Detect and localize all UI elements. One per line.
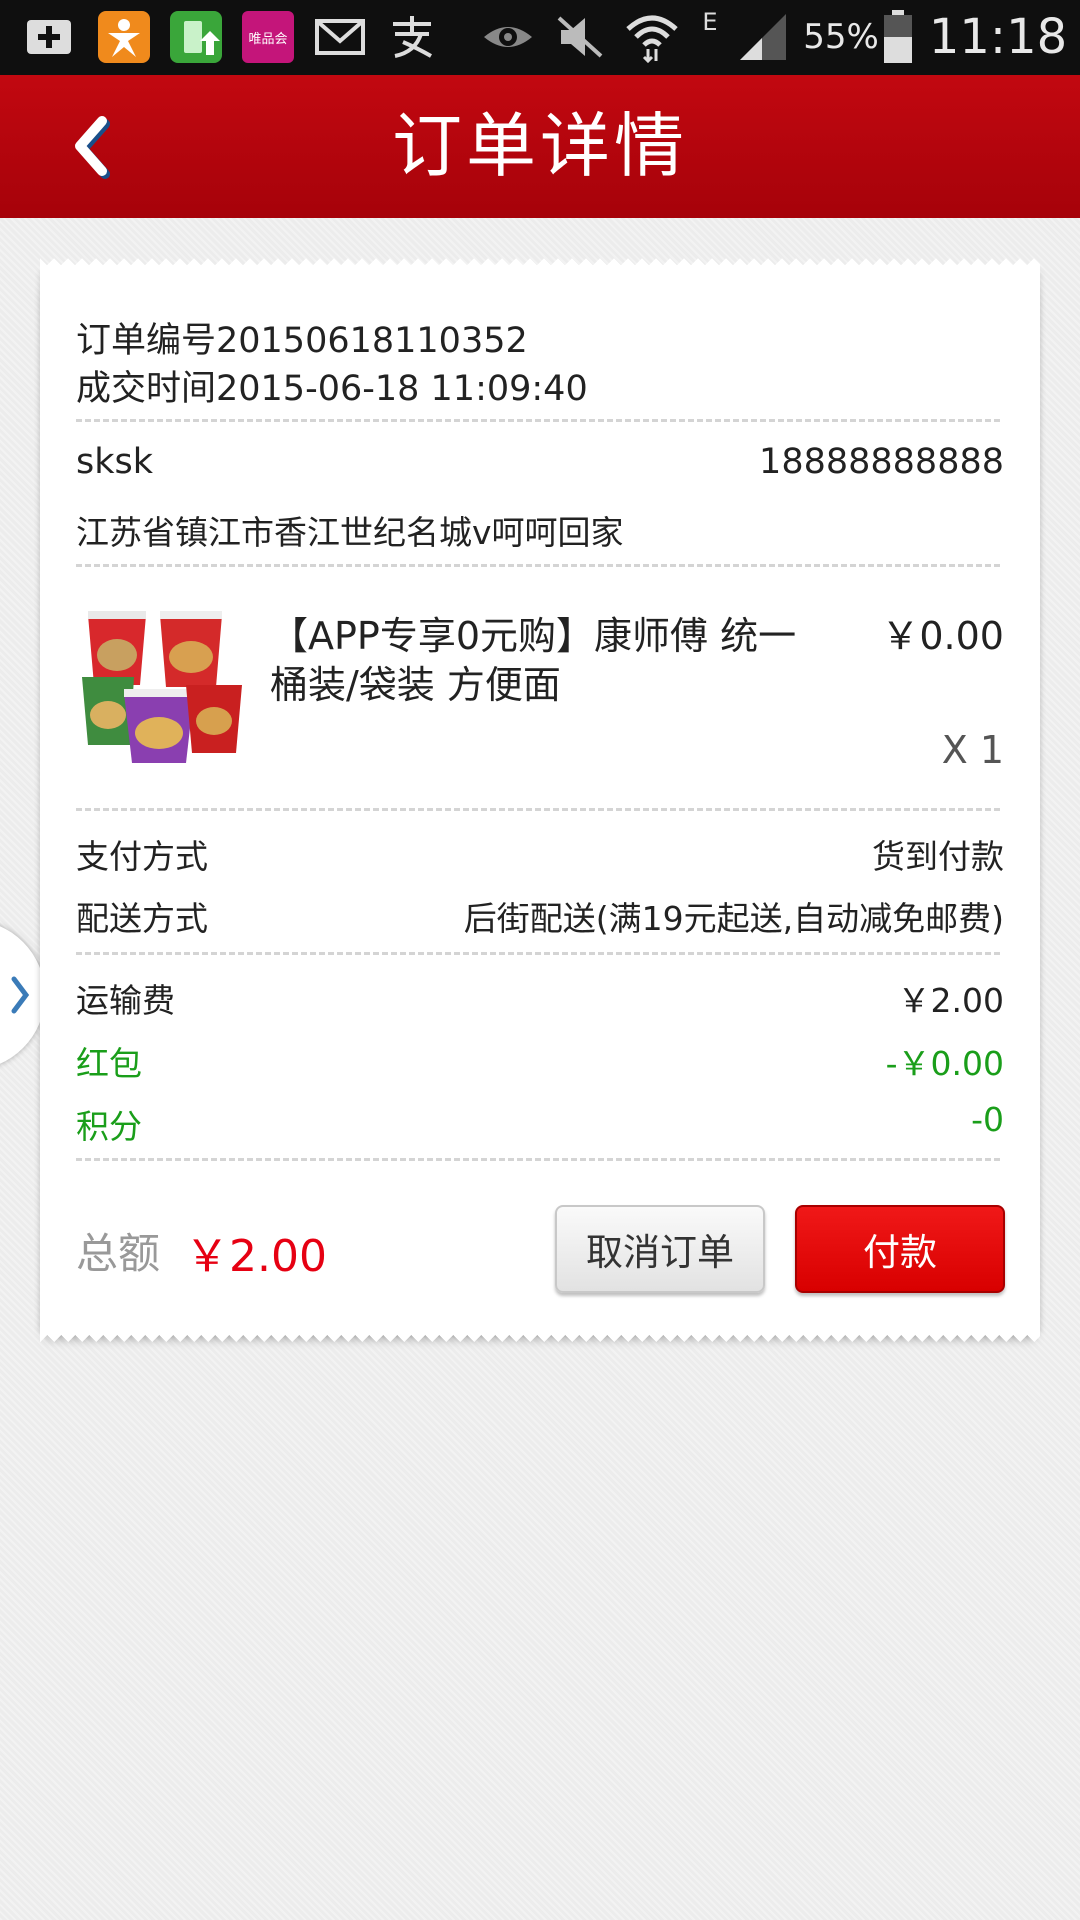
divider xyxy=(76,419,1000,422)
receipt-edge-bottom xyxy=(40,1328,1040,1342)
divider xyxy=(76,564,1000,567)
battery-percent: 55% xyxy=(803,17,879,57)
app-orange-icon xyxy=(96,10,152,64)
payment-method-label: 支付方式 xyxy=(76,837,208,876)
contact-name: sksk xyxy=(76,442,154,482)
divider xyxy=(76,1158,1000,1161)
battery-charge-app-icon xyxy=(168,10,224,64)
clock: 11:18 xyxy=(928,9,1068,65)
battery-icon xyxy=(880,10,916,64)
order-time: 成交时间2015-06-18 11:09:40 xyxy=(76,369,588,409)
signal-icon xyxy=(736,10,790,64)
cancel-order-button[interactable]: 取消订单 xyxy=(555,1205,765,1293)
mail-icon xyxy=(312,10,368,64)
order-card: 订单编号20150618110352 成交时间2015-06-18 11:09:… xyxy=(40,258,1040,1342)
alipay-icon xyxy=(384,10,440,64)
shipping-fee-label: 运输费 xyxy=(76,981,175,1020)
vip-app-icon: 唯品会 xyxy=(240,10,296,64)
status-bar: 唯品会 E 55% 11:18 xyxy=(0,0,1080,75)
page-title: 订单详情 xyxy=(392,105,688,187)
pay-button[interactable]: 付款 xyxy=(795,1205,1005,1293)
product-price: ￥0.00 xyxy=(881,614,1004,658)
product-quantity: X 1 xyxy=(941,728,1004,772)
contact-address: 江苏省镇江市香江世纪名城v呵呵回家 xyxy=(76,513,624,552)
points-value: -0 xyxy=(971,1100,1004,1139)
delivery-method-label: 配送方式 xyxy=(76,899,208,938)
red-packet-label: 红包 xyxy=(76,1044,142,1083)
red-packet-value: -￥0.00 xyxy=(885,1044,1004,1083)
order-number: 订单编号20150618110352 xyxy=(76,321,528,361)
payment-method-value: 货到付款 xyxy=(872,837,1004,876)
total-amount: ￥2.00 xyxy=(185,1231,327,1282)
product-title-line1[interactable]: 【APP专享0元购】康师傅 统一 xyxy=(270,605,796,660)
side-drawer-handle[interactable] xyxy=(0,920,45,1070)
eye-icon xyxy=(480,10,536,64)
receipt-edge-top xyxy=(40,258,1040,272)
app-bar: 订单详情 xyxy=(0,75,1080,218)
svg-text:唯品会: 唯品会 xyxy=(248,32,287,47)
product-title-line2[interactable]: 桶装/袋装 方便面 xyxy=(270,654,561,709)
delivery-method-value: 后街配送(满19元起送,自动减免邮费) xyxy=(463,899,1004,938)
points-label: 积分 xyxy=(76,1107,142,1146)
divider xyxy=(76,952,1000,955)
wifi-icon xyxy=(622,10,682,64)
contact-phone: 18888888888 xyxy=(759,442,1004,482)
product-image[interactable] xyxy=(76,605,246,765)
divider xyxy=(76,808,1000,811)
network-type: E xyxy=(702,8,718,36)
shipping-fee-value: ￥2.00 xyxy=(897,981,1004,1020)
chevron-right-icon xyxy=(11,976,30,1014)
mute-icon xyxy=(552,10,608,64)
total-label: 总额 xyxy=(76,1229,161,1278)
plus-icon xyxy=(20,10,78,64)
